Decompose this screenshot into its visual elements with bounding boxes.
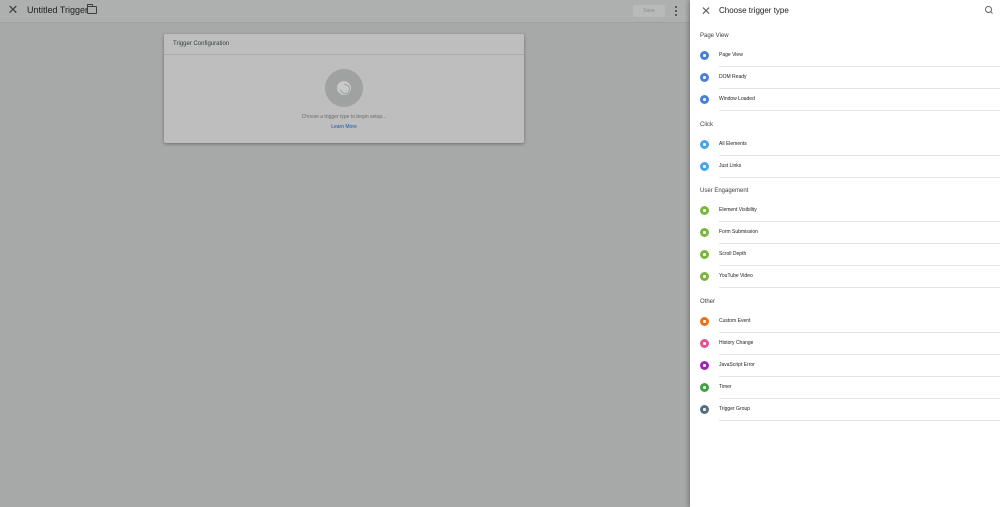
trigger-type-trigger-group[interactable]: Trigger Group: [700, 399, 1000, 421]
editor-header: ✕ Untitled Trigger Save: [0, 0, 690, 23]
link-icon: [700, 162, 709, 171]
eye-icon: [700, 51, 709, 60]
history-icon: [700, 339, 709, 348]
choose-trigger-panel: ✕ Choose trigger type Page View Page Vie…: [690, 0, 1000, 507]
group-title-click: Click: [700, 122, 713, 128]
trigger-type-history-change[interactable]: History Change: [700, 333, 1000, 355]
trigger-type-label: YouTube Video: [719, 273, 753, 279]
close-icon[interactable]: ✕: [7, 3, 19, 16]
trigger-type-page-view[interactable]: Page View: [700, 45, 1000, 67]
trigger-type-label: JavaScript Error: [719, 362, 755, 368]
trigger-type-dom-ready[interactable]: DOM Ready: [700, 67, 1000, 89]
trigger-type-element-visibility[interactable]: Element Visibility: [700, 200, 1000, 222]
trigger-type-youtube-video[interactable]: YouTube Video: [700, 266, 1000, 288]
trigger-type-javascript-error[interactable]: JavaScript Error: [700, 355, 1000, 377]
group-title-user-engagement: User Engagement: [700, 188, 749, 194]
panel-title: Choose trigger type: [719, 6, 789, 15]
code-icon: [700, 317, 709, 326]
group-title-other: Other: [700, 299, 716, 305]
trigger-configuration-card[interactable]: Trigger Configuration Choose a trigger t…: [164, 34, 524, 143]
trigger-type-scroll-depth[interactable]: Scroll Depth: [700, 244, 1000, 266]
trigger-type-label: Just Links: [719, 163, 742, 169]
trigger-type-just-links[interactable]: Just Links: [700, 156, 1000, 178]
form-icon: [700, 228, 709, 237]
search-icon[interactable]: [985, 6, 992, 13]
visibility-icon: [700, 206, 709, 215]
setup-hint: Choose a trigger type to begin setup...: [301, 114, 387, 120]
trigger-type-label: Form Submission: [719, 229, 758, 235]
trigger-type-label: History Change: [719, 340, 754, 346]
trigger-type-label: Page View: [719, 52, 743, 58]
trigger-type-label: DOM Ready: [719, 74, 747, 80]
trigger-placeholder-icon[interactable]: [325, 69, 363, 107]
more-options-icon[interactable]: [675, 6, 677, 16]
trigger-type-label: All Elements: [719, 141, 747, 147]
trigger-type-window-loaded[interactable]: Window Loaded: [700, 89, 1000, 111]
trigger-type-label: Scroll Depth: [719, 251, 747, 257]
folder-icon[interactable]: [87, 4, 97, 14]
card-title: Trigger Configuration: [164, 34, 524, 55]
trigger-type-custom-event[interactable]: Custom Event: [700, 311, 1000, 333]
trigger-type-label: Trigger Group: [719, 406, 750, 412]
timer-icon: [700, 383, 709, 392]
trigger-name[interactable]: Untitled Trigger: [27, 5, 88, 15]
close-panel-icon[interactable]: ✕: [700, 5, 712, 17]
save-button[interactable]: Save: [633, 5, 665, 17]
trigger-type-label: Element Visibility: [719, 207, 757, 213]
window-icon: [700, 95, 709, 104]
trigger-type-all-elements[interactable]: All Elements: [700, 134, 1000, 156]
trigger-type-timer[interactable]: Timer: [700, 377, 1000, 399]
scroll-icon: [700, 250, 709, 259]
trigger-type-form-submission[interactable]: Form Submission: [700, 222, 1000, 244]
document-icon: [700, 73, 709, 82]
trigger-type-label: Timer: [719, 384, 732, 390]
trigger-type-label: Window Loaded: [719, 96, 755, 102]
mouse-icon: [700, 140, 709, 149]
group-title-page-view: Page View: [700, 33, 729, 39]
trigger-type-label: Custom Event: [719, 318, 751, 324]
play-icon: [700, 272, 709, 281]
warning-icon: [700, 361, 709, 370]
learn-more-link[interactable]: Learn More: [164, 124, 524, 130]
group-icon: [700, 405, 709, 414]
